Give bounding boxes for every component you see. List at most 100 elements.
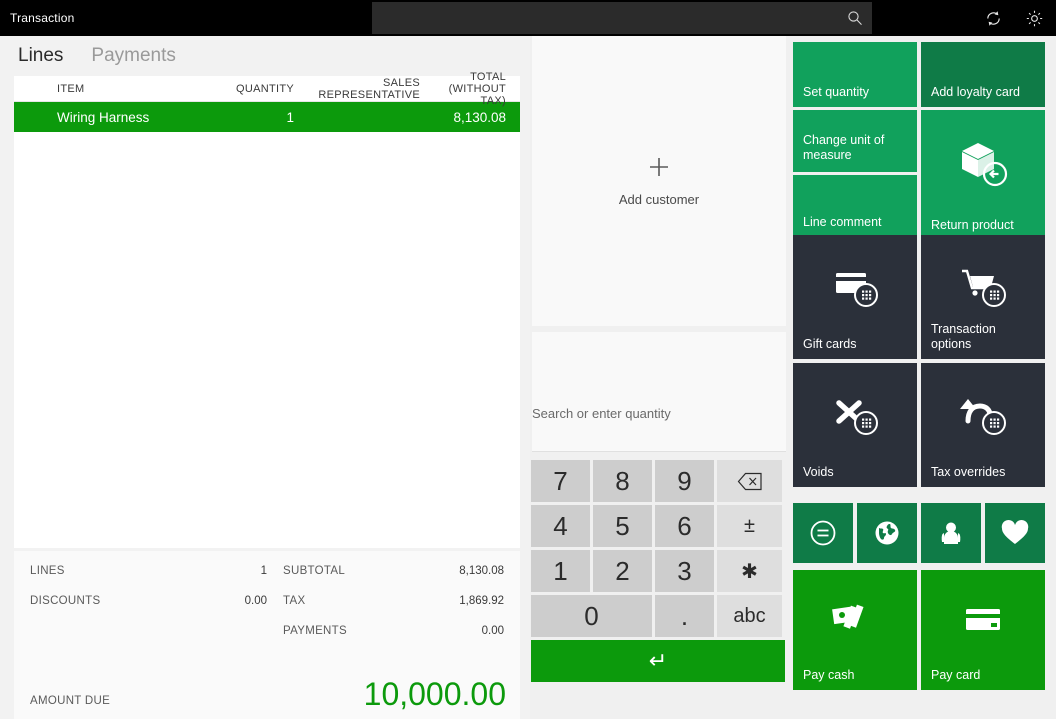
- amount-due-label: AMOUNT DUE: [30, 695, 110, 713]
- search-icon[interactable]: [838, 10, 872, 26]
- totals-discounts-value: 0.00: [245, 595, 267, 607]
- totals-tax-value: 1,869.92: [459, 595, 504, 607]
- key-asterisk[interactable]: ✱: [717, 550, 782, 592]
- tile-label: Voids: [803, 465, 909, 480]
- tile-label: Set quantity: [803, 85, 909, 100]
- tile-tax-overrides[interactable]: Tax overrides: [921, 363, 1045, 487]
- tile-label: Change unit of measure: [803, 133, 909, 163]
- tile-pay-cash[interactable]: Pay cash: [793, 570, 917, 690]
- totals-payments-label: PAYMENTS: [283, 625, 347, 637]
- backspace-icon[interactable]: [717, 460, 782, 502]
- table-header-row: ITEM QUANTITY SALES REPRESENTATIVE TOTAL…: [14, 76, 520, 102]
- transaction-lines-panel: Lines Payments ITEM QUANTITY SALES REPRE…: [0, 36, 530, 719]
- app-title: Transaction: [10, 11, 74, 25]
- enter-button[interactable]: ↵: [531, 640, 785, 682]
- column-header-sales-representative: SALES REPRESENTATIVE: [294, 77, 424, 101]
- totals-discounts-label: DISCOUNTS: [30, 595, 100, 607]
- table-row[interactable]: Wiring Harness 1 8,130.08: [14, 102, 520, 132]
- undo-arrow-icon: [921, 363, 1045, 467]
- tab-lines[interactable]: Lines: [18, 45, 63, 67]
- tile-return-product[interactable]: Return product: [921, 110, 1045, 240]
- column-header-quantity: QUANTITY: [204, 83, 294, 95]
- search-quantity-input[interactable]: [532, 332, 786, 421]
- tile-transaction-options[interactable]: Transaction options: [921, 235, 1045, 359]
- totals-tax-label: TAX: [283, 595, 305, 607]
- refresh-icon[interactable]: [984, 9, 1003, 28]
- column-header-total: TOTAL (WITHOUT TAX): [424, 71, 520, 107]
- key-5[interactable]: 5: [593, 505, 652, 547]
- tile-voids[interactable]: Voids: [793, 363, 917, 487]
- search-quantity-area[interactable]: [532, 332, 786, 452]
- key-0[interactable]: 0: [531, 595, 652, 637]
- key-9[interactable]: 9: [655, 460, 714, 502]
- totals-lines: LINES 1: [30, 565, 267, 577]
- key-1[interactable]: 1: [531, 550, 590, 592]
- key-2[interactable]: 2: [593, 550, 652, 592]
- tile-gift-cards[interactable]: Gift cards: [793, 235, 917, 359]
- title-bar: Transaction: [0, 0, 1056, 36]
- tile-label: Gift cards: [803, 337, 909, 352]
- tile-price-check[interactable]: [793, 503, 853, 563]
- cell-total: 8,130.08: [424, 110, 520, 125]
- action-tiles-panel: Set quantity Add loyalty card Change uni…: [786, 36, 1056, 719]
- tile-label: Pay cash: [803, 668, 909, 683]
- key-8[interactable]: 8: [593, 460, 652, 502]
- key-decimal[interactable]: .: [655, 595, 714, 637]
- global-search-box[interactable]: [372, 2, 872, 34]
- totals-discounts: DISCOUNTS 0.00: [30, 595, 267, 607]
- search-input[interactable]: [372, 11, 838, 26]
- tile-label: Tax overrides: [931, 465, 1037, 480]
- tile-add-loyalty-card[interactable]: Add loyalty card: [921, 42, 1045, 107]
- totals-subtotal-label: SUBTOTAL: [283, 565, 345, 577]
- amount-due-value: 10,000.00: [364, 676, 506, 713]
- person-icon: [921, 503, 981, 563]
- keypad-row: 1 2 3 ✱: [531, 550, 785, 592]
- tile-globe[interactable]: [857, 503, 917, 563]
- divider: [532, 451, 786, 452]
- key-plus-minus[interactable]: ±: [717, 505, 782, 547]
- cell-quantity: 1: [204, 110, 294, 125]
- tile-label: Line comment: [803, 215, 909, 230]
- heart-icon: [985, 503, 1045, 563]
- gift-card-icon: [793, 235, 917, 339]
- key-abc[interactable]: abc: [717, 595, 782, 637]
- add-customer-label: Add customer: [619, 192, 699, 207]
- credit-card-icon: [921, 570, 1045, 670]
- keypad-row: 0 . abc: [531, 595, 785, 637]
- column-header-item: ITEM: [14, 83, 204, 95]
- key-6[interactable]: 6: [655, 505, 714, 547]
- totals-tax: TAX 1,869.92: [283, 595, 504, 607]
- keypad-row: 7 8 9: [531, 460, 785, 502]
- tile-label: Pay card: [931, 668, 1037, 683]
- tile-label: Transaction options: [931, 322, 1037, 352]
- tile-set-quantity[interactable]: Set quantity: [793, 42, 917, 107]
- cash-bills-icon: [793, 570, 917, 670]
- tile-loyalty[interactable]: [985, 503, 1045, 563]
- settings-gear-icon[interactable]: [1025, 9, 1044, 28]
- totals-left-column: LINES 1 DISCOUNTS 0.00: [30, 565, 267, 655]
- lines-table: ITEM QUANTITY SALES REPRESENTATIVE TOTAL…: [14, 76, 520, 548]
- tile-label: Return product: [931, 218, 1037, 233]
- tile-pay-card[interactable]: Pay card: [921, 570, 1045, 690]
- tile-customer[interactable]: [921, 503, 981, 563]
- totals-payments: PAYMENTS 0.00: [283, 625, 504, 637]
- tile-line-comment[interactable]: Line comment: [793, 175, 917, 237]
- add-customer-button[interactable]: Add customer: [532, 36, 786, 326]
- totals-subtotal: SUBTOTAL 8,130.08: [283, 565, 504, 577]
- tile-label: Add loyalty card: [931, 85, 1037, 100]
- totals-subtotal-value: 8,130.08: [459, 565, 504, 577]
- tab-payments[interactable]: Payments: [91, 45, 175, 67]
- return-product-box-icon: [921, 110, 1045, 220]
- void-x-icon: [793, 363, 917, 467]
- globe-icon: [857, 503, 917, 563]
- totals-lines-label: LINES: [30, 565, 65, 577]
- tile-change-unit-of-measure[interactable]: Change unit of measure: [793, 110, 917, 172]
- key-7[interactable]: 7: [531, 460, 590, 502]
- keypad-row: 4 5 6 ±: [531, 505, 785, 547]
- key-3[interactable]: 3: [655, 550, 714, 592]
- totals-right-column: SUBTOTAL 8,130.08 TAX 1,869.92 PAYMENTS …: [267, 565, 504, 655]
- totals-payments-value: 0.00: [482, 625, 504, 637]
- numeric-keypad: 7 8 9 4 5 6 ± 1 2 3 ✱ 0 . abc ↵: [531, 460, 785, 682]
- plus-icon: [647, 155, 671, 184]
- key-4[interactable]: 4: [531, 505, 590, 547]
